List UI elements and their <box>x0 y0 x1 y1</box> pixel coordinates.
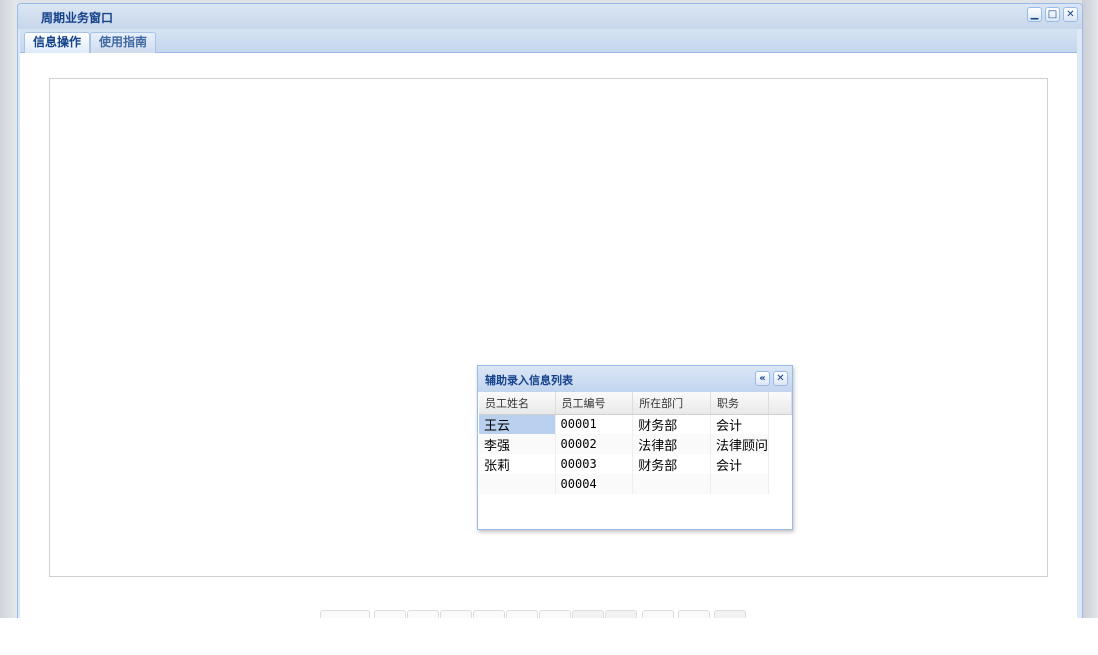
column-header[interactable]: 员工姓名 <box>479 392 556 415</box>
cell-id[interactable]: 00003 <box>555 454 634 474</box>
close-icon[interactable]: ✕ <box>773 371 788 386</box>
table-row[interactable]: 00004 <box>479 474 792 494</box>
column-header[interactable]: 职务 <box>710 392 770 415</box>
tab-strip: 信息操作 使用指南 <box>20 29 1077 53</box>
cell-title[interactable] <box>710 474 770 494</box>
table-row[interactable]: 张莉 00003 财务部 会计 <box>479 454 792 474</box>
maximize-icon[interactable]: □ <box>1045 7 1060 22</box>
cell-name[interactable]: 李强 <box>479 434 556 454</box>
page-button[interactable] <box>473 610 505 618</box>
page-button[interactable] <box>374 610 406 618</box>
auxiliary-input-list-popup: 辅助录入信息列表 « ✕ 员工姓名 员工编号 所在部门 职务 王云 00001 … <box>477 365 793 530</box>
window-titlebar[interactable]: 周期业务窗口 ▁ □ ✕ <box>18 4 1082 29</box>
page-button[interactable] <box>572 610 604 618</box>
cell-id[interactable]: 00004 <box>555 474 634 494</box>
cell-name[interactable]: 王云 <box>479 414 556 434</box>
page-button[interactable] <box>440 610 472 618</box>
table-row[interactable]: 王云 00001 财务部 会计 <box>479 414 792 434</box>
page-button[interactable] <box>407 610 439 618</box>
close-icon[interactable]: ✕ <box>1063 7 1078 22</box>
page-button[interactable] <box>320 610 370 618</box>
page-button[interactable] <box>605 610 637 618</box>
window-title: 周期业务窗口 <box>41 11 114 25</box>
cell-id[interactable]: 00001 <box>555 414 634 434</box>
tab-info-operation[interactable]: 信息操作 <box>24 32 91 53</box>
popup-header[interactable]: 辅助录入信息列表 « ✕ <box>478 366 792 392</box>
tab-user-guide[interactable]: 使用指南 <box>90 32 157 53</box>
cell-title[interactable]: 会计 <box>710 454 770 474</box>
column-header[interactable]: 员工编号 <box>555 392 634 415</box>
cell-id[interactable]: 00002 <box>555 434 634 454</box>
cell-name[interactable] <box>479 474 556 494</box>
table-header-row: 员工姓名 员工编号 所在部门 职务 <box>479 392 792 415</box>
cell-dept[interactable]: 财务部 <box>632 414 712 434</box>
employee-table: 员工姓名 员工编号 所在部门 职务 王云 00001 财务部 会计 李强 000… <box>479 392 792 494</box>
cell-dept[interactable] <box>632 474 712 494</box>
cell-title[interactable]: 会计 <box>710 414 770 434</box>
page-button[interactable] <box>539 610 571 618</box>
cell-title[interactable]: 法律顾问 <box>710 434 770 454</box>
minimize-icon[interactable]: ▁ <box>1027 7 1042 22</box>
cell-name[interactable]: 张莉 <box>479 454 556 474</box>
table-row[interactable]: 李强 00002 法律部 法律顾问 <box>479 434 792 454</box>
tab-content <box>20 53 1077 618</box>
cell-dept[interactable]: 法律部 <box>632 434 712 454</box>
column-header[interactable]: 所在部门 <box>632 392 712 415</box>
page-button[interactable] <box>506 610 538 618</box>
page-button[interactable] <box>714 610 746 618</box>
popup-title: 辅助录入信息列表 <box>485 374 573 387</box>
page-button[interactable] <box>678 610 710 618</box>
collapse-icon[interactable]: « <box>755 371 770 386</box>
cell-dept[interactable]: 财务部 <box>632 454 712 474</box>
pagination <box>320 610 747 618</box>
page-button[interactable] <box>642 610 674 618</box>
